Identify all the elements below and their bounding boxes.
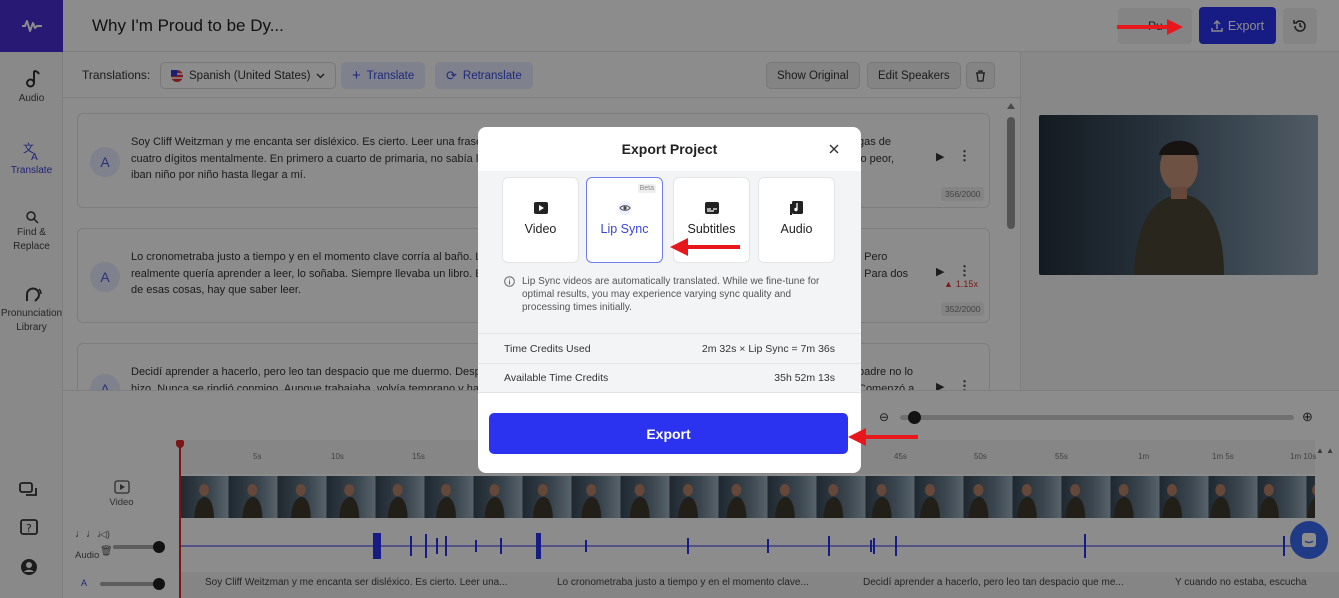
row-value: 2m 32s × Lip Sync = 7m 36s [701,342,835,355]
option-label: Subtitles [687,222,736,236]
export-option-lip-sync[interactable]: Beta Lip Sync [586,177,663,263]
export-project-modal: Export Project Video Beta Lip Sync Subti… [478,127,861,473]
arrow-annotation-icon [1117,19,1183,35]
modal-title: Export Project [621,141,718,157]
lip-sync-info-text: Lip Sync videos are automatically transl… [522,276,820,313]
beta-badge: Beta [637,184,656,193]
arrow-annotation-icon [670,238,740,256]
available-credits-row: Available Time Credits 35h 52m 13s [478,363,861,393]
arrow-annotation-icon [848,428,918,446]
export-option-video[interactable]: Video [502,177,579,263]
eye-icon [617,201,632,215]
option-label: Audio [780,222,813,236]
row-label: Available Time Credits [504,372,609,384]
option-label: Lip Sync [600,222,649,236]
modal-export-button[interactable]: Export [489,413,848,454]
option-label: Video [524,222,557,236]
row-label: Time Credits Used [504,342,591,355]
audio-file-icon [789,201,803,215]
time-credits-used-row: Time Credits Used 2m 32s × Lip Sync = 7m… [478,333,861,363]
close-icon[interactable] [826,141,842,157]
export-option-audio[interactable]: Audio [758,177,835,263]
info-icon [504,276,515,287]
subtitles-icon [704,202,719,214]
row-value: 35h 52m 13s [774,372,835,384]
play-box-icon [533,202,548,214]
